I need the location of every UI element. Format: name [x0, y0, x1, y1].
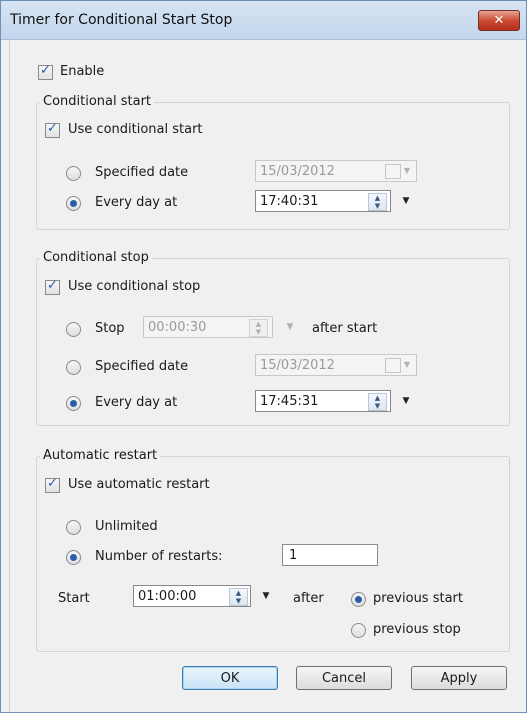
previous-stop-label: previous stop: [373, 622, 461, 637]
stop-specified-date-value: 15/03/2012: [260, 358, 335, 373]
close-button[interactable]: ✕: [478, 10, 520, 31]
start-specified-date-label: Specified date: [95, 165, 189, 180]
after-label: after: [293, 591, 324, 606]
dialog-window: Timer for Conditional Start Stop ✕ Enabl…: [0, 0, 527, 713]
restart-start-time-value: 01:00:00: [138, 589, 197, 604]
start-specified-date-radio[interactable]: [66, 166, 81, 181]
spin-up-down-icon[interactable]: ▲ ▼: [368, 193, 387, 211]
number-of-restarts-input[interactable]: 1: [282, 544, 378, 566]
previous-stop-radio[interactable]: [351, 623, 366, 638]
start-label: Start: [58, 591, 90, 606]
stop-every-day-time-value: 17:45:31: [260, 394, 319, 409]
stop-duration-radio[interactable]: [66, 322, 81, 337]
start-every-day-time-value: 17:40:31: [260, 194, 319, 209]
number-of-restarts-radio[interactable]: [66, 550, 81, 565]
chevron-down-icon[interactable]: ▼: [399, 192, 413, 210]
use-conditional-start-checkbox[interactable]: [45, 121, 60, 138]
automatic-restart-title: Automatic restart: [40, 448, 161, 463]
title-bar: Timer for Conditional Start Stop ✕: [1, 1, 526, 40]
stop-every-day-label: Every day at: [95, 395, 178, 410]
use-conditional-stop-checkbox[interactable]: [45, 278, 60, 295]
close-icon: ✕: [493, 13, 505, 28]
start-every-day-time-field[interactable]: 17:40:31 ▲ ▼: [255, 190, 391, 212]
conditional-start-title: Conditional start: [40, 94, 155, 109]
previous-start-radio[interactable]: [351, 592, 366, 607]
enable-label: Enable: [60, 64, 105, 79]
window-title: Timer for Conditional Start Stop: [10, 12, 233, 28]
use-automatic-restart-label: Use automatic restart: [68, 477, 210, 492]
stop-duration-field[interactable]: 00:00:30 ▲ ▼: [143, 316, 273, 338]
use-automatic-restart-checkbox[interactable]: [45, 476, 60, 493]
stop-every-day-radio[interactable]: [66, 396, 81, 411]
spin-up-down-icon[interactable]: ▲ ▼: [229, 588, 248, 606]
start-specified-date-value: 15/03/2012: [260, 164, 335, 179]
stop-specified-date-field[interactable]: 15/03/2012 ▼: [255, 354, 417, 376]
stop-specified-date-radio[interactable]: [66, 360, 81, 375]
dialog-body: Enable Conditional start Use conditional…: [9, 40, 522, 712]
calendar-icon[interactable]: [385, 358, 401, 373]
after-start-label: after start: [312, 321, 378, 336]
chevron-down-icon[interactable]: ▼: [400, 356, 414, 374]
apply-button[interactable]: Apply: [411, 666, 507, 690]
start-every-day-radio[interactable]: [66, 196, 81, 211]
calendar-icon[interactable]: [385, 164, 401, 179]
chevron-down-icon[interactable]: ▼: [259, 587, 273, 605]
stop-duration-value: 00:00:30: [148, 320, 207, 335]
conditional-stop-title: Conditional stop: [40, 250, 152, 265]
cancel-button[interactable]: Cancel: [296, 666, 392, 690]
unlimited-radio[interactable]: [66, 520, 81, 535]
chevron-down-icon[interactable]: ▼: [399, 392, 413, 410]
stop-every-day-time-field[interactable]: 17:45:31 ▲ ▼: [255, 390, 391, 412]
use-conditional-start-label: Use conditional start: [68, 122, 203, 137]
number-of-restarts-label: Number of restarts:: [95, 549, 223, 564]
chevron-down-icon[interactable]: ▼: [400, 162, 414, 180]
stop-specified-date-label: Specified date: [95, 359, 189, 374]
restart-start-time-field[interactable]: 01:00:00 ▲ ▼: [133, 585, 251, 607]
spin-up-down-icon[interactable]: ▲ ▼: [249, 319, 268, 337]
ok-button[interactable]: OK: [182, 666, 278, 690]
number-of-restarts-value: 1: [289, 548, 298, 563]
start-every-day-label: Every day at: [95, 195, 178, 210]
stop-label: Stop: [95, 321, 125, 336]
spin-up-down-icon[interactable]: ▲ ▼: [368, 393, 387, 411]
previous-start-label: previous start: [373, 591, 463, 606]
unlimited-label: Unlimited: [95, 519, 158, 534]
use-conditional-stop-label: Use conditional stop: [68, 279, 201, 294]
enable-checkbox[interactable]: [38, 63, 53, 80]
start-specified-date-field[interactable]: 15/03/2012 ▼: [255, 160, 417, 182]
chevron-down-icon[interactable]: ▼: [283, 318, 297, 336]
